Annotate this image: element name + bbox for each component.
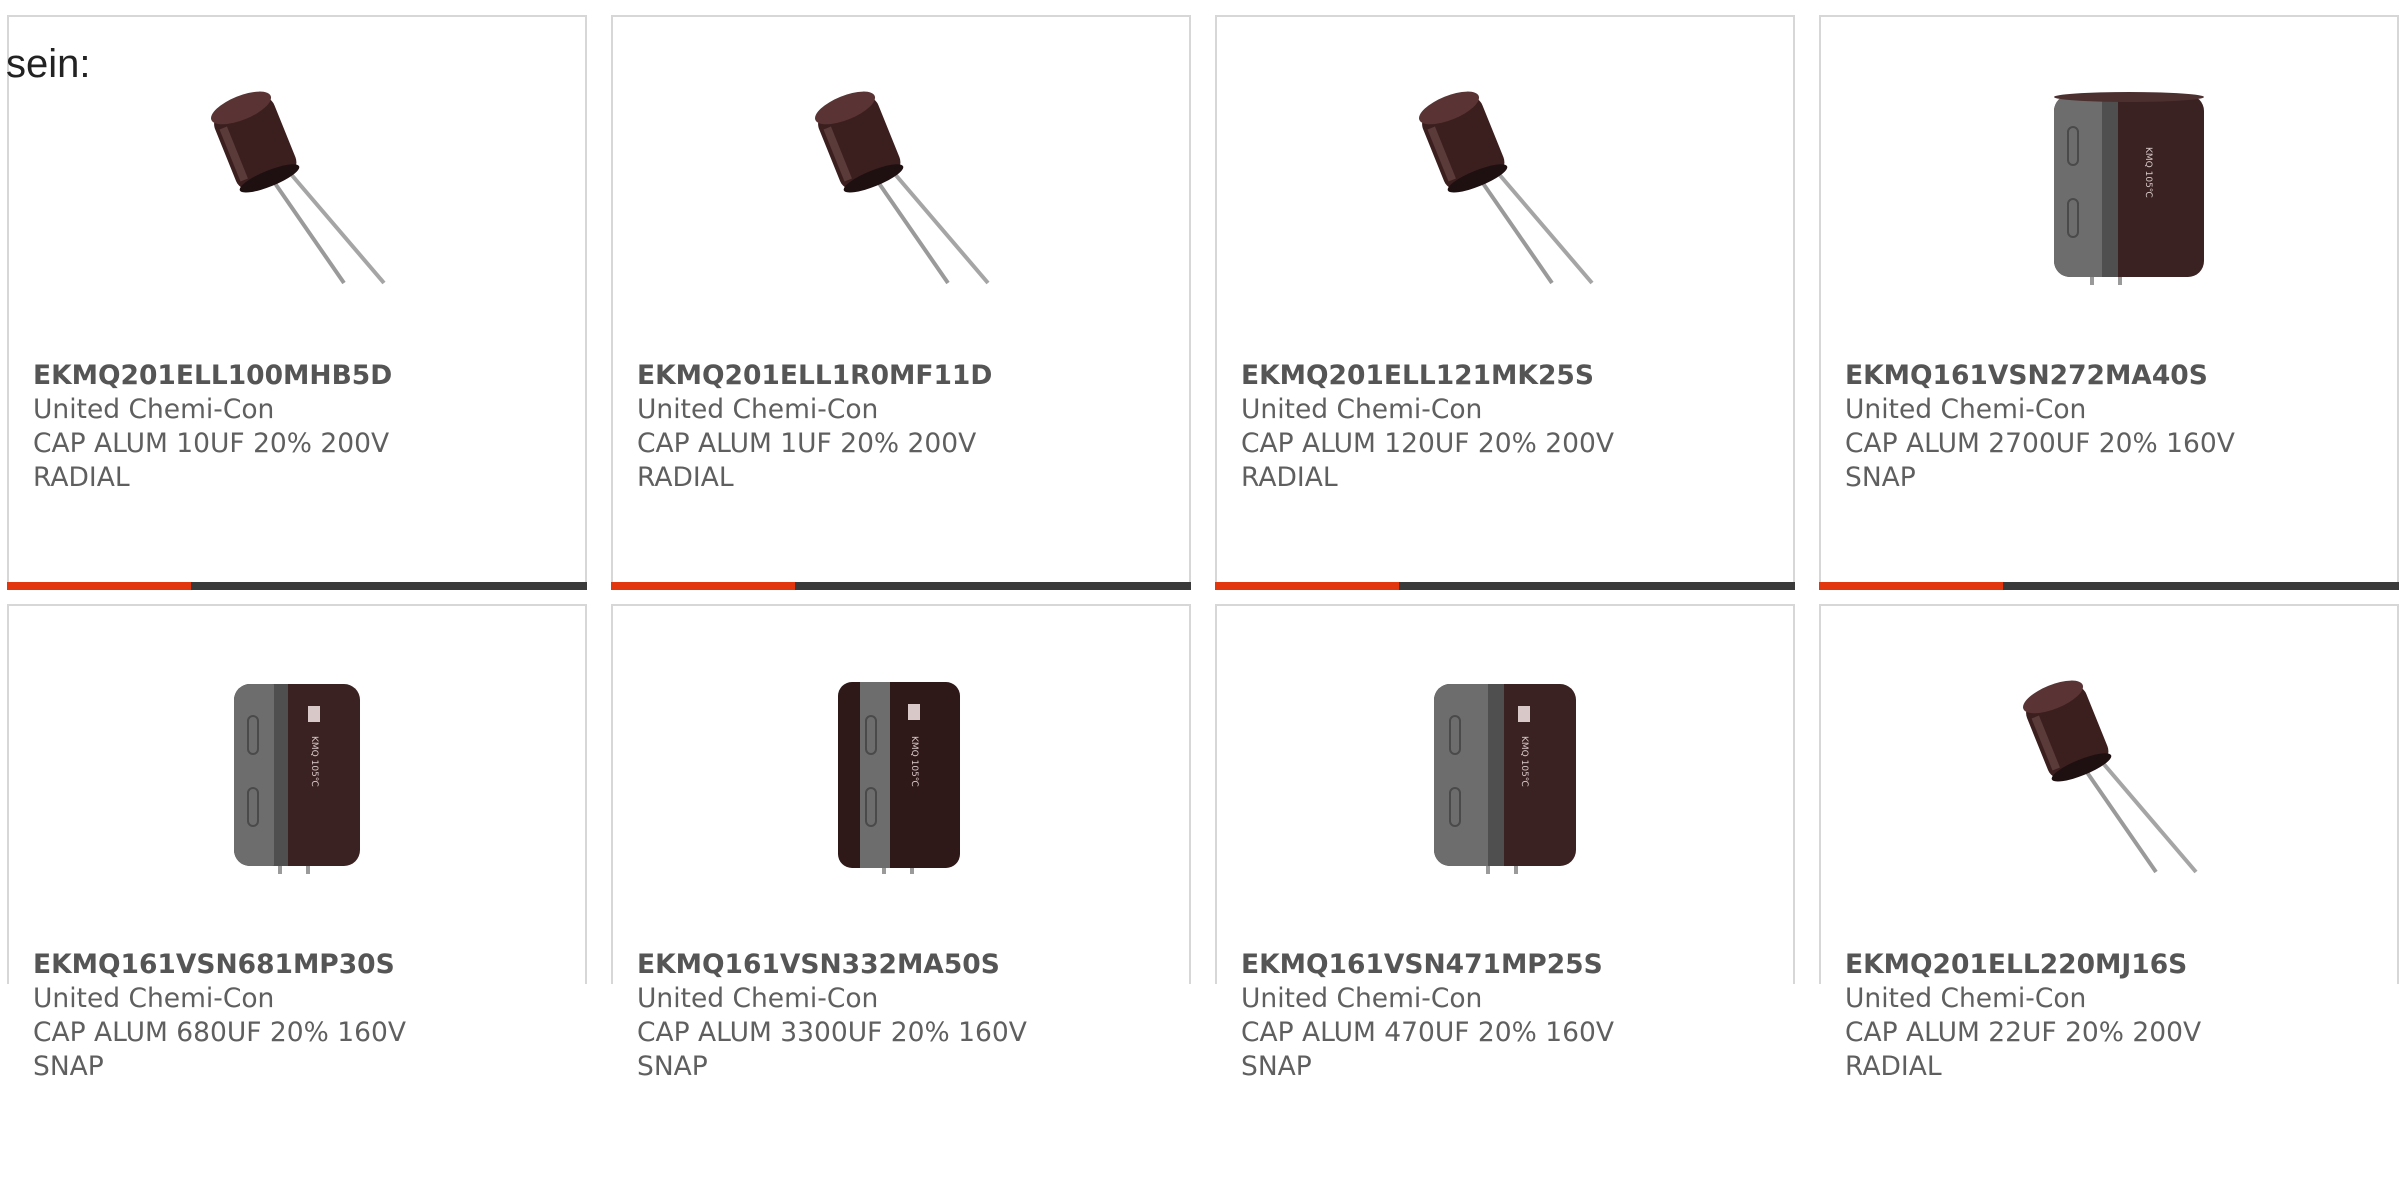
package-type: RADIAL: [637, 462, 734, 493]
card-footer-accent: [1819, 582, 2003, 590]
part-number-link[interactable]: EKMQ161VSN272MA40S: [1845, 359, 2377, 393]
package-type: SNAP: [637, 1051, 708, 1082]
part-number-link[interactable]: EKMQ201ELL100MHB5D: [33, 359, 565, 393]
card-footer-bar: [1215, 582, 1795, 590]
intro-text: sein:: [6, 42, 91, 86]
product-info: EKMQ161VSN272MA40S United Chemi-Con CAP …: [1845, 359, 2377, 495]
product-grid: EKMQ201ELL100MHB5D United Chemi-Con CAP …: [7, 15, 2399, 1179]
package-type: RADIAL: [1845, 1051, 1942, 1082]
svg-text:KMQ 105℃: KMQ 105℃: [2143, 147, 2153, 198]
description: CAP ALUM 10UF 20% 200V: [33, 428, 390, 459]
radial-capacitor-icon: [798, 87, 998, 287]
package-type: RADIAL: [1241, 462, 1338, 493]
product-card[interactable]: KMQ 105℃ EKMQ161VSN681MP30S United Chemi…: [7, 604, 587, 1082]
description: CAP ALUM 22UF 20% 200V: [1845, 1017, 2202, 1048]
package-type: SNAP: [1845, 462, 1916, 493]
product-info: EKMQ161VSN681MP30S United Chemi-Con CAP …: [33, 948, 565, 1084]
product-card[interactable]: EKMQ201ELL220MJ16S United Chemi-Con CAP …: [1819, 604, 2399, 1082]
snap-in-capacitor-icon: KMQ 105℃: [2006, 87, 2206, 287]
part-number-link[interactable]: EKMQ201ELL121MK25S: [1241, 359, 1773, 393]
package-type: RADIAL: [33, 462, 130, 493]
description: CAP ALUM 120UF 20% 200V: [1241, 428, 1614, 459]
product-info: EKMQ201ELL1R0MF11D United Chemi-Con CAP …: [637, 359, 1169, 495]
card-footer-accent: [7, 582, 191, 590]
radial-capacitor-icon: [1402, 87, 1602, 287]
product-info: EKMQ201ELL121MK25S United Chemi-Con CAP …: [1241, 359, 1773, 495]
package-type: SNAP: [1241, 1051, 1312, 1082]
description: CAP ALUM 680UF 20% 160V: [33, 1017, 406, 1048]
part-number-link[interactable]: EKMQ161VSN681MP30S: [33, 948, 565, 982]
manufacturer: United Chemi-Con: [637, 394, 879, 425]
description: CAP ALUM 2700UF 20% 160V: [1845, 428, 2235, 459]
card-footer-bar: [611, 582, 1191, 590]
card-footer-accent: [611, 582, 795, 590]
package-type: SNAP: [33, 1051, 104, 1082]
product-info: EKMQ201ELL220MJ16S United Chemi-Con CAP …: [1845, 948, 2377, 1084]
part-number-link[interactable]: EKMQ201ELL1R0MF11D: [637, 359, 1169, 393]
manufacturer: United Chemi-Con: [33, 983, 275, 1014]
part-number-link[interactable]: EKMQ201ELL220MJ16S: [1845, 948, 2377, 982]
card-footer-accent: [1215, 582, 1399, 590]
product-card[interactable]: EKMQ201ELL100MHB5D United Chemi-Con CAP …: [7, 15, 587, 590]
product-info: EKMQ201ELL100MHB5D United Chemi-Con CAP …: [33, 359, 565, 495]
card-footer-bar: [7, 582, 587, 590]
product-card[interactable]: KMQ 105℃ EKMQ161VSN332MA50S United Chemi…: [611, 604, 1191, 1082]
part-number-link[interactable]: EKMQ161VSN332MA50S: [637, 948, 1169, 982]
product-card[interactable]: KMQ 105℃ EKMQ161VSN471MP25S United Chemi…: [1215, 604, 1795, 1082]
snap-in-capacitor-icon: KMQ 105℃: [194, 676, 394, 876]
part-number-link[interactable]: EKMQ161VSN471MP25S: [1241, 948, 1773, 982]
snap-in-capacitor-icon: KMQ 105℃: [1402, 676, 1602, 876]
radial-capacitor-icon: [194, 87, 394, 287]
manufacturer: United Chemi-Con: [1241, 983, 1483, 1014]
manufacturer: United Chemi-Con: [33, 394, 275, 425]
description: CAP ALUM 3300UF 20% 160V: [637, 1017, 1027, 1048]
description: CAP ALUM 470UF 20% 160V: [1241, 1017, 1614, 1048]
product-info: EKMQ161VSN332MA50S United Chemi-Con CAP …: [637, 948, 1169, 1084]
radial-capacitor-icon: [2006, 676, 2206, 876]
card-footer-bar: [1819, 582, 2399, 590]
product-card[interactable]: EKMQ201ELL121MK25S United Chemi-Con CAP …: [1215, 15, 1795, 590]
product-card[interactable]: KMQ 105℃ EKMQ161VSN272MA40S United Chemi…: [1819, 15, 2399, 590]
svg-text:KMQ 105℃: KMQ 105℃: [909, 736, 919, 787]
manufacturer: United Chemi-Con: [1241, 394, 1483, 425]
description: CAP ALUM 1UF 20% 200V: [637, 428, 977, 459]
product-info: EKMQ161VSN471MP25S United Chemi-Con CAP …: [1241, 948, 1773, 1084]
svg-text:KMQ 105℃: KMQ 105℃: [309, 736, 319, 787]
manufacturer: United Chemi-Con: [1845, 983, 2087, 1014]
product-card[interactable]: EKMQ201ELL1R0MF11D United Chemi-Con CAP …: [611, 15, 1191, 590]
manufacturer: United Chemi-Con: [637, 983, 879, 1014]
snap-in-capacitor-icon: KMQ 105℃: [798, 676, 998, 876]
manufacturer: United Chemi-Con: [1845, 394, 2087, 425]
svg-text:KMQ 105℃: KMQ 105℃: [1519, 736, 1529, 787]
